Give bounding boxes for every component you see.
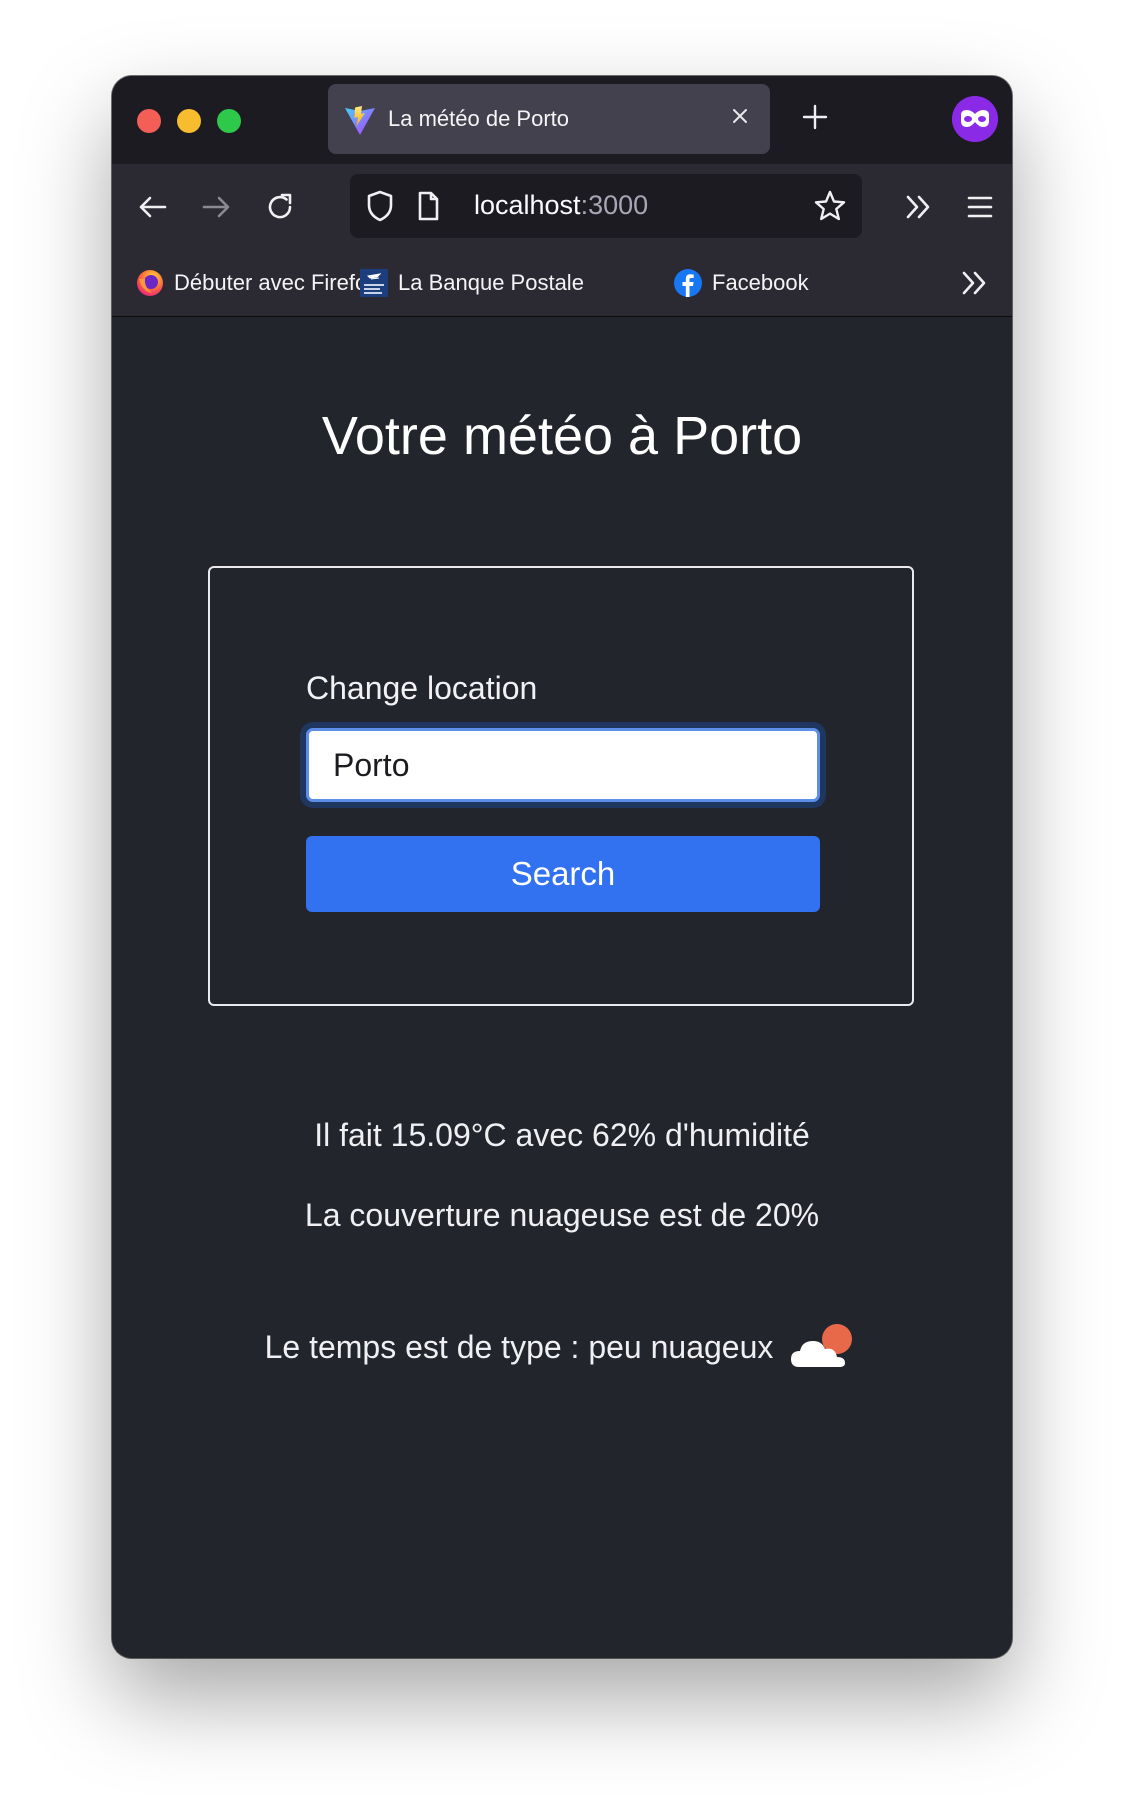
shield-icon[interactable]: [362, 188, 398, 224]
star-bookmark-icon[interactable]: [812, 188, 848, 224]
close-tab-icon[interactable]: [726, 102, 754, 130]
bookmark-facebook[interactable]: Facebook: [674, 266, 809, 300]
page-icon[interactable]: [410, 188, 446, 224]
location-input[interactable]: [306, 728, 820, 802]
private-browsing-icon[interactable]: [952, 96, 998, 142]
close-window-button[interactable]: [137, 109, 161, 133]
weather-type-text: Le temps est de type : peu nuageux: [264, 1328, 774, 1365]
minimize-window-button[interactable]: [177, 109, 201, 133]
tab-active[interactable]: La météo de Porto: [328, 84, 770, 154]
bookmarks-overflow-icon[interactable]: [956, 265, 992, 301]
page-content: Votre météo à Porto Change location Sear…: [112, 317, 1012, 1658]
bookmark-label: Débuter avec Firefox: [174, 270, 379, 295]
firefox-icon: [137, 270, 163, 296]
reload-icon[interactable]: [262, 189, 298, 225]
tab-title: La météo de Porto: [388, 106, 570, 131]
new-tab-icon[interactable]: [800, 102, 830, 132]
bookmark-banque-postale[interactable]: La Banque Postale: [360, 266, 584, 300]
navigation-toolbar: localhost:3000: [112, 164, 1012, 250]
facebook-icon: [674, 269, 702, 297]
browser-window: La météo de Porto localhost:3000 Débuter…: [112, 76, 1012, 1658]
location-label: Change location: [306, 670, 538, 706]
cloud-coverage-text: La couverture nuageuse est de 20%: [304, 1197, 820, 1233]
location-form-card: Change location Search: [208, 566, 914, 1006]
weather-type-row: Le temps est de type : peu nuageux: [112, 1317, 1012, 1377]
search-button[interactable]: Search: [306, 836, 820, 912]
url-text[interactable]: localhost:3000: [474, 190, 648, 221]
forward-arrow-icon[interactable]: [198, 189, 234, 225]
bookmarks-bar: Débuter avec Firefox La Banque Postale F…: [112, 250, 1012, 317]
hamburger-menu-icon[interactable]: [962, 189, 998, 225]
maximize-window-button[interactable]: [217, 109, 241, 133]
page-title: Votre météo à Porto: [321, 406, 803, 466]
back-arrow-icon[interactable]: [135, 189, 171, 225]
vite-icon: [345, 106, 375, 135]
bookmark-label: La Banque Postale: [398, 270, 584, 295]
partly-cloudy-icon: [791, 1324, 853, 1367]
bookmark-label: Facebook: [712, 270, 809, 295]
overflow-chevrons-icon[interactable]: [900, 189, 936, 225]
bookmark-firefox[interactable]: Débuter avec Firefox: [136, 266, 378, 300]
url-bar[interactable]: localhost:3000: [350, 174, 862, 238]
temperature-humidity-text: Il fait 15.09°C avec 62% d'humidité: [314, 1117, 810, 1153]
banque-postale-icon: [360, 269, 388, 297]
tab-bar: La météo de Porto: [112, 76, 1012, 164]
